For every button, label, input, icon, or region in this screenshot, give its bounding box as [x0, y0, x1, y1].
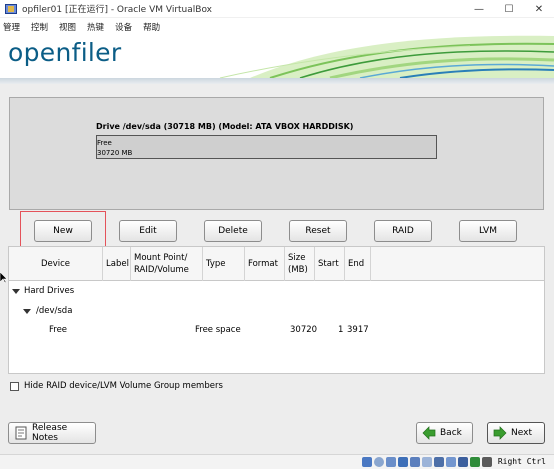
drive-free-segment[interactable]: Free 30720 MB	[96, 135, 437, 159]
menu-bar: 管理 控制 视图 热键 设备 帮助	[0, 20, 554, 34]
minimize-button[interactable]: —	[464, 0, 494, 18]
col-mount-point-line2: RAID/Volume	[134, 265, 189, 275]
hide-raid-lvm-label: Hide RAID device/LVM Volume Group member…	[24, 381, 223, 391]
host-key-label: Right Ctrl	[497, 457, 546, 466]
back-button[interactable]: Back	[416, 422, 473, 444]
shared-folders-icon[interactable]	[422, 457, 432, 467]
audio-icon[interactable]	[386, 457, 396, 467]
keyboard-icon[interactable]	[482, 457, 492, 467]
col-format[interactable]: Format	[245, 247, 285, 281]
release-notes-button[interactable]: Release Notes	[8, 422, 96, 444]
partition-panel: Drive /dev/sda (30718 MB) (Model: ATA VB…	[0, 84, 554, 454]
optical-drive-icon[interactable]	[374, 457, 384, 467]
row-start: 1	[338, 325, 344, 335]
close-button[interactable]: ✕	[524, 0, 554, 18]
edit-button[interactable]: Edit	[119, 220, 177, 242]
installer-header: openfiler	[0, 34, 554, 78]
col-start[interactable]: Start	[315, 247, 345, 281]
lvm-button[interactable]: LVM	[459, 220, 517, 242]
virtualbox-icon	[4, 3, 18, 15]
expand-hard-drives-icon[interactable]	[12, 289, 20, 294]
col-size[interactable]: Size (MB)	[285, 247, 315, 281]
vm-statusbar: Right Ctrl	[0, 454, 554, 469]
window-title: opfiler01 [正在运行] - Oracle VM VirtualBox	[22, 5, 212, 15]
release-notes-icon	[14, 426, 28, 440]
expand-disk-icon[interactable]	[23, 309, 31, 314]
partition-table[interactable]: Device Label Mount Point/ RAID/Volume Ty…	[8, 246, 545, 374]
vm-device-icons	[360, 457, 492, 467]
row-type: Free space	[195, 325, 241, 335]
new-button[interactable]: New	[34, 220, 92, 242]
segment-size: 30720 MB	[97, 149, 133, 157]
next-arrow-icon	[493, 426, 507, 440]
col-end[interactable]: End	[345, 247, 371, 281]
mouse-cursor-icon	[0, 272, 8, 284]
window-titlebar: opfiler01 [正在运行] - Oracle VM VirtualBox …	[0, 0, 554, 18]
hide-raid-lvm-checkbox[interactable]	[10, 381, 19, 391]
delete-button[interactable]: Delete	[204, 220, 262, 242]
tree-group-hard-drives[interactable]: Hard Drives	[24, 286, 74, 296]
usb-icon[interactable]	[410, 457, 420, 467]
back-label: Back	[440, 428, 462, 438]
network-icon[interactable]	[398, 457, 408, 467]
row-device: Free	[49, 325, 68, 335]
menu-control[interactable]: 控制	[31, 21, 48, 33]
cpu-icon[interactable]	[458, 457, 468, 467]
display-icon[interactable]	[434, 457, 444, 467]
next-label: Next	[511, 428, 532, 438]
hide-raid-lvm-option[interactable]: Hide RAID device/LVM Volume Group member…	[10, 381, 223, 391]
col-mount-point[interactable]: Mount Point/ RAID/Volume	[131, 247, 203, 281]
menu-hotkeys[interactable]: 热键	[87, 21, 104, 33]
table-header: Device Label Mount Point/ RAID/Volume Ty…	[9, 247, 544, 281]
row-size: 30720	[290, 325, 318, 335]
release-notes-label: Release Notes	[32, 423, 68, 443]
menu-view[interactable]: 视图	[59, 21, 76, 33]
segment-label: Free	[97, 139, 112, 147]
raid-button[interactable]: RAID	[374, 220, 432, 242]
back-arrow-icon	[422, 426, 436, 440]
maximize-button[interactable]: ☐	[494, 0, 524, 18]
tree-disk-sda[interactable]: /dev/sda	[36, 306, 72, 316]
col-size-line2: (MB)	[288, 265, 308, 275]
col-type[interactable]: Type	[203, 247, 245, 281]
openfiler-logo: openfiler	[8, 38, 122, 67]
col-device[interactable]: Device	[9, 247, 103, 281]
menu-devices[interactable]: 设备	[115, 21, 132, 33]
reset-button[interactable]: Reset	[289, 220, 347, 242]
drive-title: Drive /dev/sda (30718 MB) (Model: ATA VB…	[96, 122, 354, 131]
row-end: 3917	[347, 325, 369, 335]
hard-disk-icon[interactable]	[362, 457, 372, 467]
next-button[interactable]: Next	[487, 422, 545, 444]
video-capture-icon[interactable]	[446, 457, 456, 467]
mouse-integration-icon[interactable]	[470, 457, 480, 467]
col-label[interactable]: Label	[103, 247, 131, 281]
menu-help[interactable]: 帮助	[143, 21, 160, 33]
col-size-line1: Size	[288, 253, 306, 263]
menu-manage[interactable]: 管理	[3, 21, 20, 33]
col-mount-point-line1: Mount Point/	[134, 253, 188, 263]
